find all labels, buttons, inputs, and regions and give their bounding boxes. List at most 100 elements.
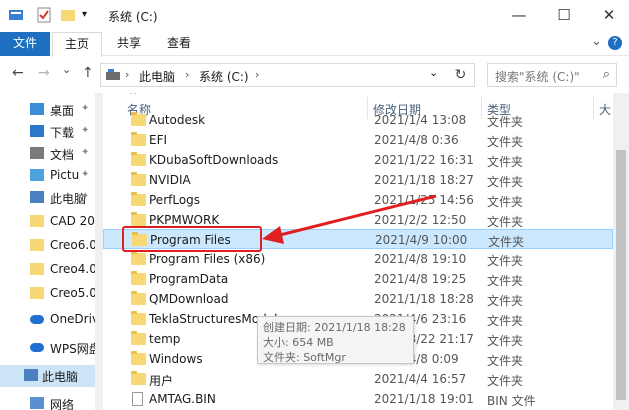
file-date: 2021/1/4 13:08 <box>374 113 467 127</box>
file-row[interactable]: QMDownload 2021/1/18 18:28 文件夹 <box>103 289 613 309</box>
file-row[interactable]: PerfLogs 2021/1/25 14:56 文件夹 <box>103 190 613 210</box>
file-type: 文件夹 <box>487 294 524 309</box>
sidebar-item[interactable]: Creo4.0 <box>0 259 95 281</box>
sidebar-item-label: 此电脑 <box>42 370 79 384</box>
file-row[interactable]: ProgramData 2021/4/8 19:25 文件夹 <box>103 269 613 289</box>
sidebar-item-label: Creo6.0 <box>50 238 95 252</box>
file-row[interactable]: KDubaSoftDownloads 2021/1/22 16:31 文件夹 <box>103 150 613 170</box>
folder-icon <box>131 171 146 186</box>
documents-icon <box>30 147 44 159</box>
crumb-separator-icon: › <box>255 68 260 81</box>
file-name: Windows <box>149 351 203 366</box>
sidebar-item[interactable]: WPS网盘 <box>0 337 95 359</box>
file-type: 文件夹 <box>487 154 524 169</box>
tab-view[interactable]: 查看 <box>154 32 204 56</box>
folder-icon <box>131 211 146 226</box>
pin-icon: ✦ <box>81 169 90 180</box>
file-row[interactable]: 用户 2021/4/4 16:57 文件夹 <box>103 369 613 389</box>
file-row[interactable]: NVIDIA 2021/1/18 18:27 文件夹 <box>103 170 613 190</box>
file-type: 文件夹 <box>487 174 524 189</box>
cloud-icon <box>30 343 44 352</box>
tab-home[interactable]: 主页 <box>52 32 102 57</box>
sidebar-item[interactable]: Creo6.0 <box>0 235 95 257</box>
file-name: EFI <box>149 132 168 147</box>
file-type: 文件夹 <box>487 333 524 348</box>
sidebar-item[interactable]: OneDrive <box>0 309 95 331</box>
search-placeholder: 搜索"系统 (C:)" <box>495 70 580 84</box>
navigation-scrollbar[interactable] <box>95 93 103 410</box>
maximize-button[interactable]: ☐ <box>544 0 584 30</box>
file-name: ProgramData <box>149 272 229 287</box>
folder-icon <box>131 350 146 365</box>
sidebar-item[interactable]: CAD 20 <box>0 211 95 233</box>
file-row[interactable]: AMTAG.BIN 2021/1/18 19:01 BIN 文件 <box>103 389 613 409</box>
file-type: 文件夹 <box>487 214 524 229</box>
search-box[interactable]: 搜索"系统 (C:)" ⌕ <box>487 63 617 87</box>
file-row[interactable]: Autodesk 2021/1/4 13:08 文件夹 <box>103 110 613 130</box>
file-name: NVIDIA <box>149 172 191 187</box>
file-date: 2021/1/18 18:28 <box>374 292 474 307</box>
sidebar-item[interactable]: Creo5.0 <box>0 283 95 305</box>
file-date: 2021/1/18 18:27 <box>374 172 474 187</box>
crumb-this-pc[interactable]: 此电脑 <box>139 68 175 85</box>
crumb-separator-icon: › <box>125 68 130 81</box>
sidebar-item[interactable]: Pictu ✦ <box>0 165 95 187</box>
file-date: 2021/4/8 19:10 <box>374 252 467 267</box>
recent-locations-icon[interactable]: ⌄ <box>62 63 71 76</box>
navigation-pane: 桌面 ✦ 下载 ✦ 文档 ✦ Pictu ✦ 此电脑 ✦ CAD 20 Creo6.0 Creo4.0 C… <box>0 93 95 410</box>
folder-icon <box>30 215 44 227</box>
ribbon-expand-icon[interactable]: ⌄ <box>591 34 602 49</box>
sidebar-item[interactable]: 下载 ✦ <box>0 121 95 143</box>
address-row: ← → ⌄ ↑ › 此电脑 › 系统 (C:) › ⌄ ↻ 搜索"系统 (C:)… <box>0 57 629 93</box>
close-button[interactable]: ✕ <box>589 0 629 30</box>
file-name: KDubaSoftDownloads <box>149 152 279 167</box>
tooltip-created: 创建日期: 2021/1/18 18:28 <box>263 321 406 334</box>
folder-icon <box>131 271 146 286</box>
search-icon: ⌕ <box>602 67 610 82</box>
forward-button[interactable]: → <box>38 65 50 81</box>
sidebar-item[interactable]: 网络 <box>0 393 95 410</box>
file-row[interactable]: EFI 2021/4/8 0:36 文件夹 <box>103 130 613 150</box>
file-type: 文件夹 <box>487 353 524 368</box>
file-type: 文件夹 <box>487 194 524 209</box>
folder-icon <box>131 330 146 345</box>
file-date: 2021/4/9 10:00 <box>375 233 468 248</box>
tab-file[interactable]: 文件 <box>0 32 50 56</box>
properties-check-icon[interactable] <box>36 7 52 26</box>
window-title: 系统 (C:) <box>108 10 158 24</box>
minimize-button[interactable]: — <box>499 0 539 30</box>
highlight-box <box>122 226 262 252</box>
file-date: 2021/4/8 0:36 <box>374 132 459 147</box>
sidebar-item[interactable]: 文档 ✦ <box>0 143 95 165</box>
computer-icon <box>30 191 44 203</box>
crumb-drive-c[interactable]: 系统 (C:) <box>199 68 249 85</box>
address-dropdown-icon[interactable]: ⌄ <box>429 66 438 79</box>
back-button[interactable]: ← <box>12 65 24 81</box>
file-date: 2021/1/25 14:56 <box>374 192 474 207</box>
file-name: Autodesk <box>149 113 206 127</box>
sidebar-item[interactable]: 此电脑 ✦ <box>0 187 95 209</box>
file-date: 2021/4/8 19:25 <box>374 272 467 287</box>
scrollbar-thumb[interactable] <box>616 150 626 400</box>
explorer-icon <box>8 7 24 26</box>
up-button[interactable]: ↑ <box>82 65 94 81</box>
sidebar-item[interactable]: 桌面 ✦ <box>0 99 95 121</box>
pin-icon: ✦ <box>81 125 90 136</box>
sidebar-item[interactable]: 此电脑 <box>0 365 95 387</box>
folder-tooltip: 创建日期: 2021/1/18 18:28 大小: 654 MB 文件夹: So… <box>257 316 414 364</box>
folder-icon <box>30 287 44 299</box>
tab-share[interactable]: 共享 <box>104 32 154 56</box>
file-name: Program Files (x86) <box>149 252 266 267</box>
file-row[interactable]: Program Files (x86) 2021/4/8 19:10 文件夹 <box>103 249 613 269</box>
network-icon <box>30 397 44 409</box>
folder-icon <box>131 370 146 385</box>
address-bar[interactable]: › 此电脑 › 系统 (C:) › ⌄ <box>100 63 475 87</box>
help-icon[interactable]: ? <box>608 36 622 50</box>
refresh-button[interactable]: ↻ <box>447 63 475 87</box>
scroll-up-icon[interactable]: ^ <box>129 93 137 101</box>
file-name: PerfLogs <box>149 192 201 207</box>
new-folder-icon[interactable] <box>60 7 76 26</box>
folder-icon <box>131 112 146 126</box>
sidebar-item-label: 下载 <box>50 126 75 140</box>
quick-access-dropdown-icon[interactable]: ▾ <box>82 9 87 20</box>
